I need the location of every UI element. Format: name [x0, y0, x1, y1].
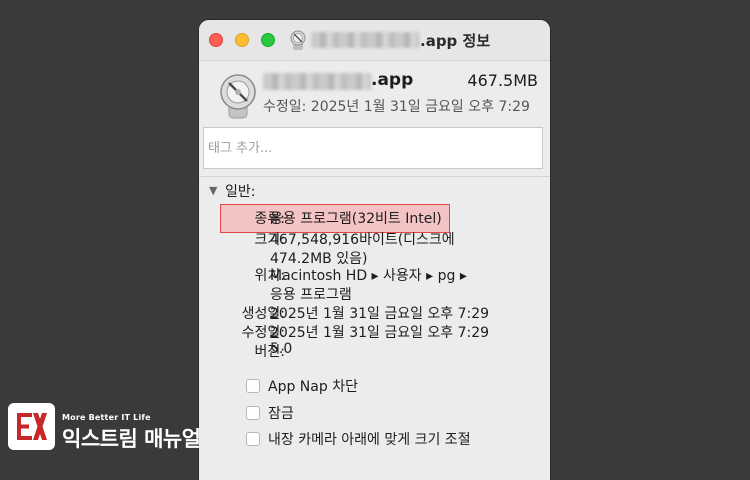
lock-label[interactable]: 잠금 — [268, 403, 294, 423]
close-button[interactable] — [209, 33, 223, 47]
tag-input[interactable] — [203, 127, 543, 169]
watermark-name: 익스트림 매뉴얼 — [62, 427, 201, 451]
info-row-size: 크기: 467,548,916바이트(디스크에 474.2MB 있음) — [199, 229, 550, 269]
app-icon — [220, 74, 256, 119]
info-value: 2025년 1월 31일 금요일 오후 7:29 — [270, 325, 490, 341]
minimize-button[interactable] — [235, 33, 249, 47]
ex-logo-icon — [17, 413, 47, 440]
file-name: .app — [371, 70, 414, 90]
info-value: 467,548,916바이트(디스크에 — [270, 232, 455, 248]
title-redacted — [311, 32, 419, 48]
info-value: 응용 프로그램(32비트 Intel) — [270, 211, 442, 227]
info-value: 2025년 1월 31일 금요일 오후 7:29 — [270, 306, 490, 322]
window-title: .app 정보 — [420, 32, 491, 50]
info-window: .app 정보 .app 467.5MB 수정일: 2025년 1월 31일 금… — [199, 20, 550, 480]
zoom-button[interactable] — [261, 33, 275, 47]
divider — [199, 176, 550, 177]
camera-scale-checkbox[interactable] — [246, 432, 260, 446]
file-size: 467.5MB — [467, 71, 538, 90]
filename-redacted — [263, 73, 371, 90]
info-value-line2: 응용 프로그램 — [270, 287, 352, 303]
modified-date: 수정일: 2025년 1월 31일 금요일 오후 7:29 — [263, 99, 530, 115]
app-icon — [290, 30, 306, 50]
app-nap-checkbox[interactable] — [246, 379, 260, 393]
watermark-tagline: More Better IT Life — [62, 413, 151, 422]
camera-scale-label[interactable]: 내장 카메라 아래에 맞게 크기 조절 — [268, 429, 471, 449]
info-value: 5.0 — [270, 341, 293, 357]
lock-checkbox[interactable] — [246, 406, 260, 420]
info-row-location: 위치: Macintosh HD ▸ 사용자 ▸ pg ▸ 응용 프로그램 — [199, 265, 550, 305]
title-bar[interactable]: .app 정보 — [199, 20, 550, 61]
watermark-logo — [8, 403, 55, 450]
info-value: Macintosh HD ▸ 사용자 ▸ pg ▸ — [270, 268, 467, 284]
general-section-title[interactable]: 일반: — [225, 181, 255, 201]
app-nap-label[interactable]: App Nap 차단 — [268, 376, 358, 396]
info-row-version: 버전: 5.0 — [199, 341, 550, 361]
info-row-modified: 수정일: 2025년 1월 31일 금요일 오후 7:29 — [199, 322, 550, 342]
info-row-kind: 종류: 응용 프로그램(32비트 Intel) — [199, 208, 550, 228]
chevron-down-icon[interactable]: ▼ — [209, 184, 217, 197]
info-row-created: 생성일: 2025년 1월 31일 금요일 오후 7:29 — [199, 303, 550, 323]
